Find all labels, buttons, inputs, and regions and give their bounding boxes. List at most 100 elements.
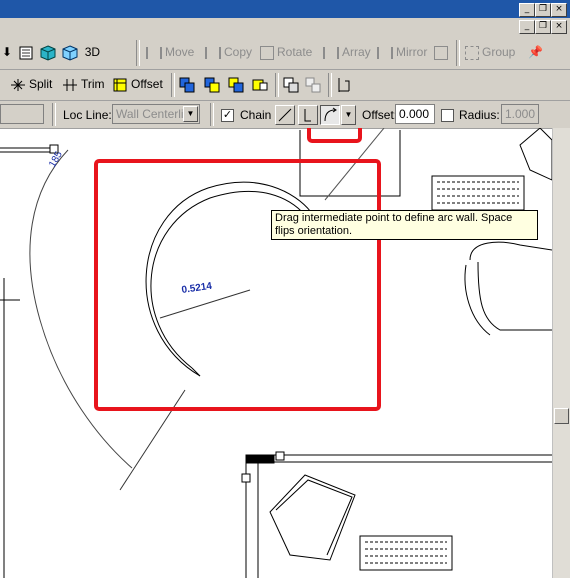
corner-icon bbox=[304, 109, 311, 122]
cube-icon bbox=[40, 45, 56, 61]
doc-close-icon[interactable]: × bbox=[551, 20, 567, 34]
wall-type-field[interactable] bbox=[0, 104, 44, 124]
explode-button[interactable] bbox=[305, 73, 324, 95]
chair-back bbox=[469, 241, 552, 261]
rectangle-wall-button[interactable] bbox=[298, 105, 318, 125]
layers-icon bbox=[19, 46, 33, 60]
keyboard-keys bbox=[365, 541, 447, 564]
offset-label: Offset: bbox=[362, 108, 398, 122]
subtract-icon bbox=[204, 77, 220, 93]
cube-wire-icon bbox=[62, 45, 78, 61]
crosshair-left bbox=[0, 278, 20, 578]
copy-icon bbox=[205, 46, 221, 59]
straight-wall-button[interactable] bbox=[275, 105, 295, 125]
layers-button[interactable] bbox=[18, 41, 37, 63]
array-icon bbox=[323, 46, 339, 59]
toolbar-separator bbox=[275, 73, 279, 97]
split-button[interactable]: Split bbox=[10, 73, 52, 95]
arc-dimension-text: 0.5214 bbox=[181, 281, 213, 296]
room-arc bbox=[29, 149, 133, 469]
toolbar-separator bbox=[328, 73, 332, 97]
drawing-canvas[interactable]: 0.5214 185 bbox=[0, 128, 552, 578]
combine-icon bbox=[283, 77, 299, 93]
trim-button[interactable]: Trim bbox=[62, 73, 105, 95]
boolean-union-button[interactable] bbox=[179, 73, 198, 95]
radius-input[interactable]: 1.000 bbox=[501, 104, 539, 124]
edit-shape-icon bbox=[434, 45, 448, 60]
mirror-icon bbox=[377, 46, 393, 59]
split-icon bbox=[11, 78, 25, 91]
intersect-icon bbox=[228, 77, 244, 93]
window-title-bar: _ ❐ × bbox=[0, 0, 570, 18]
highlight-box-canvas bbox=[94, 159, 381, 411]
clip-icon bbox=[252, 79, 268, 91]
toolbar-separator bbox=[210, 103, 214, 126]
group-button[interactable]: Group bbox=[465, 41, 515, 63]
construction-line bbox=[324, 128, 385, 201]
construction-line-lower bbox=[119, 389, 186, 491]
document-window-controls: _ ❐ × bbox=[0, 18, 570, 36]
scrollbar-thumb[interactable] bbox=[554, 408, 569, 424]
rotate-button[interactable]: Rotate bbox=[260, 41, 312, 63]
arc-mode-dropdown-icon[interactable]: ▼ bbox=[341, 105, 356, 125]
chair-seat bbox=[477, 261, 552, 331]
close-icon[interactable]: × bbox=[551, 3, 567, 17]
rotate-icon bbox=[260, 45, 274, 60]
arc-wall-button[interactable] bbox=[320, 105, 340, 125]
keyboard-upper-keys bbox=[437, 181, 519, 204]
chain-checkbox[interactable]: ✓ bbox=[221, 109, 234, 122]
toolbar-separator bbox=[136, 40, 140, 66]
line-icon bbox=[278, 108, 292, 122]
toolbar-separator bbox=[171, 73, 175, 97]
minimize-icon[interactable]: _ bbox=[519, 3, 535, 17]
boolean-intersect-button[interactable] bbox=[228, 73, 247, 95]
radius-line bbox=[159, 289, 251, 319]
chain-label: Chain bbox=[240, 108, 272, 122]
group-icon bbox=[465, 45, 479, 60]
keyboard-lower bbox=[359, 535, 453, 571]
offset-icon bbox=[113, 78, 127, 92]
radius-checkbox[interactable] bbox=[441, 109, 454, 122]
doc-minimize-icon[interactable]: _ bbox=[519, 20, 535, 34]
combine-button[interactable] bbox=[283, 73, 302, 95]
union-icon bbox=[179, 77, 195, 93]
join-button[interactable] bbox=[336, 73, 355, 95]
mirror-button[interactable]: Mirror bbox=[377, 41, 427, 63]
boolean-subtract-button[interactable] bbox=[204, 73, 223, 95]
view-3d-label: 3D bbox=[84, 45, 101, 59]
top-toolbar: ⬇ 3D Move Copy Rotate Array Mirror Group… bbox=[0, 36, 570, 70]
pin-button[interactable]: 📌 bbox=[528, 41, 543, 63]
restore-icon[interactable]: ❐ bbox=[535, 3, 551, 17]
trim-icon bbox=[63, 78, 77, 91]
loc-line-dropdown-icon[interactable]: ▼ bbox=[183, 106, 198, 122]
move-icon bbox=[146, 46, 162, 59]
move-button[interactable]: Move bbox=[146, 41, 194, 63]
radius-label: Radius: bbox=[459, 108, 500, 122]
monitor-upper bbox=[519, 128, 552, 181]
chair-arm bbox=[464, 264, 491, 336]
copy-button[interactable]: Copy bbox=[205, 41, 252, 63]
boolean-clip-button[interactable] bbox=[252, 73, 271, 95]
dropdown-arrow-icon[interactable]: ⬇ bbox=[2, 41, 12, 63]
toolbar-separator bbox=[52, 103, 56, 126]
keyboard-upper bbox=[431, 175, 525, 211]
loc-line-label: Loc Line: bbox=[63, 108, 112, 122]
offset-input[interactable]: 0.000 bbox=[395, 104, 435, 124]
vertical-scrollbar[interactable] bbox=[552, 128, 570, 578]
monitor-shape bbox=[269, 474, 356, 561]
offset-button[interactable]: Offset bbox=[112, 73, 163, 95]
arc-wall-tooltip: Drag intermediate point to define arc wa… bbox=[271, 210, 538, 240]
view-3d-button[interactable]: 3D bbox=[40, 41, 100, 63]
array-button[interactable]: Array bbox=[323, 41, 371, 63]
doc-restore-icon[interactable]: ❐ bbox=[535, 20, 551, 34]
arc-icon bbox=[324, 107, 337, 122]
desk-walls bbox=[245, 454, 552, 578]
toolbar-separator bbox=[456, 40, 460, 66]
join-icon bbox=[338, 77, 350, 92]
wall-endpoint-marker bbox=[275, 451, 285, 461]
edit-shape-button[interactable] bbox=[434, 41, 451, 63]
wall-options-toolbar: Loc Line: Wall Centerline ▼ ✓ Chain ▼ Of… bbox=[0, 101, 570, 129]
pin-icon: 📌 bbox=[528, 45, 543, 59]
explode-icon bbox=[305, 77, 321, 93]
monitor-inner bbox=[275, 479, 353, 556]
